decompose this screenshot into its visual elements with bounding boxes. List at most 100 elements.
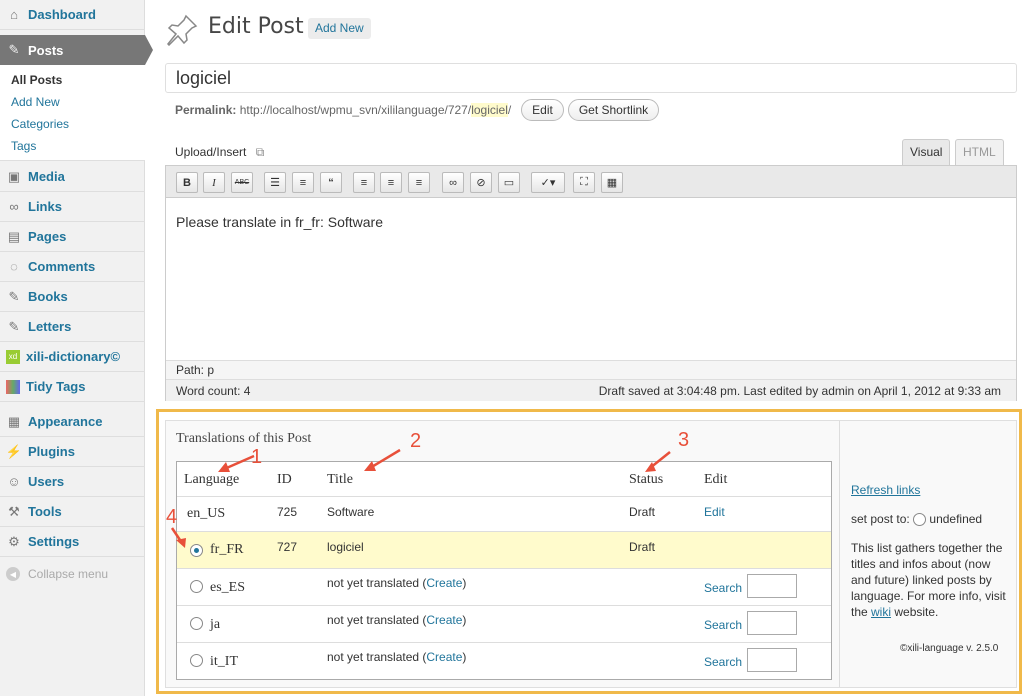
xili-icon: xd [6, 349, 20, 364]
more-tag-icon[interactable]: ▭ [498, 172, 520, 193]
table-row: ja not yet translated (Create) Search [177, 605, 831, 642]
menu-pages[interactable]: ▤ Pages [0, 222, 145, 252]
menu-appearance[interactable]: ▦ Appearance [0, 407, 145, 437]
plugin-icon: ⚡ [5, 443, 23, 459]
post-editor: B I ABC ☰ ≡ “ ≡ ≡ ≡ ∞ ⊘ ▭ ✓▾ ⛶ ▦ Please … [165, 165, 1017, 401]
permalink-slug[interactable]: logiciel [471, 103, 508, 117]
permalink-base: http://localhost/wpmu_svn/xililanguage/7… [239, 103, 472, 117]
posts-submenu: All Posts Add New Categories Tags [0, 65, 145, 161]
permalink-end: / [507, 103, 512, 117]
search-link[interactable]: Search [704, 581, 742, 595]
editor-path: Path: p [166, 360, 1016, 379]
spellcheck-icon[interactable]: ✓▾ [531, 172, 565, 193]
search-link[interactable]: Search [704, 618, 742, 632]
menu-users[interactable]: ☺ Users [0, 467, 145, 497]
pin-icon [166, 14, 198, 46]
undefined-radio[interactable] [913, 513, 927, 527]
annotation-arrows [170, 448, 671, 548]
unlink-icon[interactable]: ⊘ [470, 172, 492, 193]
row-edit-link[interactable]: Edit [704, 505, 725, 519]
menu-tidy-tags[interactable]: Tidy Tags [0, 372, 145, 402]
bold-button[interactable]: B [176, 172, 198, 193]
search-input[interactable] [747, 611, 797, 635]
editor-content[interactable]: Please translate in fr_fr: Software [176, 214, 383, 230]
collapse-menu[interactable]: ◀ Collapse menu [6, 567, 108, 581]
menu-books[interactable]: ✎ Books [0, 282, 145, 312]
arrow-2 [369, 448, 401, 470]
permalink-edit-button[interactable]: Edit [521, 99, 564, 121]
draft-status: Draft saved at 3:04:48 pm. Last edited b… [598, 384, 1001, 398]
row-language: es_ES [210, 580, 245, 595]
kitchen-sink-icon[interactable]: ▦ [601, 172, 623, 193]
table-row: it_IT not yet translated (Create) Search [177, 642, 831, 679]
word-count: Word count: 4 [176, 384, 251, 398]
blockquote-icon[interactable]: “ [320, 172, 342, 193]
post-title-input[interactable]: logiciel [165, 63, 1017, 93]
create-link[interactable]: Create [426, 613, 462, 627]
submenu-add-new[interactable]: Add New [11, 95, 60, 109]
bullet-list-icon[interactable]: ☰ [264, 172, 286, 193]
annotation-1: 1 [251, 446, 263, 468]
insert-link-icon[interactable]: ∞ [442, 172, 464, 193]
strikethrough-button[interactable]: ABC [231, 172, 253, 193]
menu-xili-dictionary[interactable]: xd xili-dictionary© [0, 342, 145, 372]
side-info: This list gathers together the titles an… [851, 541, 1006, 619]
refresh-links[interactable]: Refresh links [851, 483, 920, 497]
annotation-4: 4 [166, 506, 178, 528]
menu-posts[interactable]: ✎ Posts [0, 35, 145, 65]
search-link[interactable]: Search [704, 655, 742, 669]
tab-visual[interactable]: Visual [902, 139, 951, 165]
permalink-row: Permalink: http://localhost/wpmu_svn/xil… [175, 103, 511, 117]
translations-side-panel: Refresh links set post to: undefined Thi… [839, 421, 1017, 687]
permalink-label: Permalink: [175, 103, 237, 117]
media-icon: ▣ [7, 168, 21, 184]
numbered-list-icon[interactable]: ≡ [292, 172, 314, 193]
language-radio[interactable] [190, 580, 203, 593]
media-upload-icon[interactable]: ⧉ [256, 145, 265, 159]
get-shortlink-button[interactable]: Get Shortlink [568, 99, 659, 121]
tags-icon [6, 379, 20, 394]
menu-plugins[interactable]: ⚡ Plugins [0, 437, 145, 467]
tools-icon: ⚒ [8, 503, 20, 519]
add-new-button[interactable]: Add New [308, 18, 371, 39]
submenu-categories[interactable]: Categories [11, 117, 69, 131]
header-edit: Edit [704, 472, 728, 487]
submenu-all-posts[interactable]: All Posts [11, 73, 62, 87]
menu-dashboard[interactable]: ⌂ Dashboard [0, 0, 145, 30]
pin-icon: ✎ [8, 318, 20, 334]
menu-settings[interactable]: ⚙ Settings [0, 527, 145, 557]
version-note: ©xili-language v. 2.5.0 [900, 643, 999, 654]
wiki-link[interactable]: wiki [871, 605, 891, 619]
menu-links[interactable]: ∞ Links [0, 192, 145, 222]
italic-button[interactable]: I [203, 172, 225, 193]
tab-html[interactable]: HTML [955, 139, 1004, 165]
users-icon: ☺ [7, 474, 21, 489]
pin-icon: ✎ [8, 42, 20, 57]
align-left-icon[interactable]: ≡ [353, 172, 375, 193]
fullscreen-icon[interactable]: ⛶ [573, 172, 595, 193]
language-radio[interactable] [190, 654, 203, 667]
align-right-icon[interactable]: ≡ [408, 172, 430, 193]
collapse-icon: ◀ [6, 567, 20, 581]
create-link[interactable]: Create [426, 650, 462, 664]
menu-media[interactable]: ▣ Media [0, 162, 145, 192]
arrow-4-head [176, 538, 186, 548]
editor-statusbar: Word count: 4 Draft saved at 3:04:48 pm.… [166, 379, 1016, 401]
search-input[interactable] [747, 648, 797, 672]
link-icon: ∞ [9, 199, 19, 214]
menu-letters[interactable]: ✎ Letters [0, 312, 145, 342]
upload-insert[interactable]: Upload/Insert ⧉ [175, 145, 264, 160]
row-language: it_IT [210, 654, 238, 669]
search-input[interactable] [747, 574, 797, 598]
row-title: not yet translated (Create) [327, 613, 467, 627]
annotation-3: 3 [678, 429, 690, 451]
submenu-tags[interactable]: Tags [11, 139, 36, 153]
create-link[interactable]: Create [426, 576, 462, 590]
row-title: not yet translated (Create) [327, 650, 467, 664]
menu-comments[interactable]: ◌ Comments [0, 252, 145, 282]
pin-icon: ✎ [8, 288, 20, 304]
language-radio[interactable] [190, 617, 203, 630]
menu-tools[interactable]: ⚒ Tools [0, 497, 145, 527]
align-center-icon[interactable]: ≡ [380, 172, 402, 193]
appearance-icon: ▦ [7, 413, 21, 429]
